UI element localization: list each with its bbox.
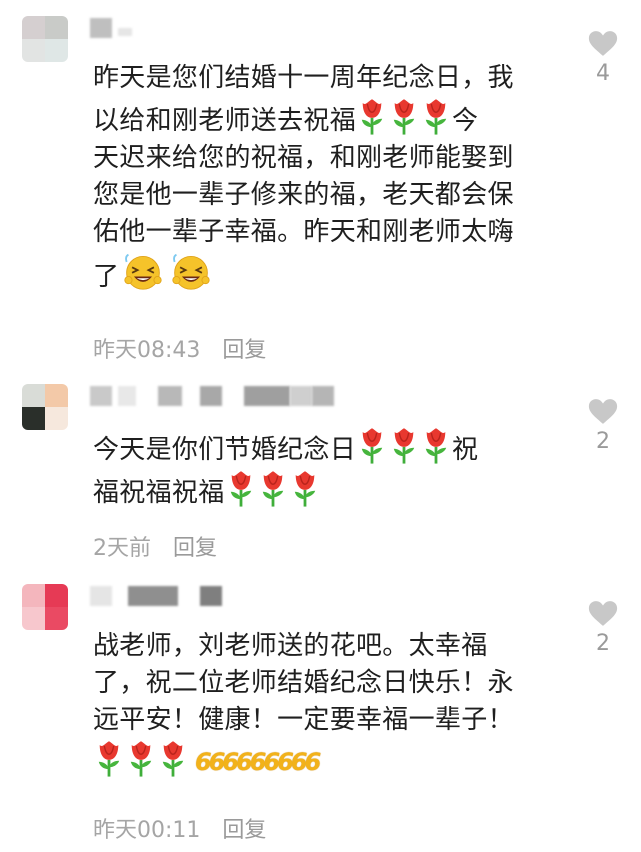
reply-button[interactable]: 回复 (173, 536, 217, 561)
rose-emoji (96, 739, 122, 777)
like-button[interactable]: 4 (586, 30, 620, 86)
comment-text: 昨天是您们结婚十一周年纪念日，我 以给和刚老师送去祝福今 天迟来给您的祝福，和刚… (93, 63, 514, 292)
timestamp: 昨天08:43 (93, 338, 201, 363)
reply-button[interactable]: 回复 (222, 338, 266, 363)
comment-meta: 昨天08:43 回复 (93, 332, 266, 364)
avatar[interactable] (22, 16, 68, 62)
laughing-face-emoji (122, 251, 164, 291)
like-button[interactable]: 2 (586, 600, 620, 656)
rose-emoji (423, 426, 449, 464)
comment-text: 今天是你们节婚纪念日祝 福祝福祝福 (93, 426, 563, 512)
666-emoji: 666666666 (195, 748, 321, 776)
rose-emoji (228, 469, 254, 507)
like-count: 4 (596, 61, 610, 86)
comment-meta: 昨天00:11 回复 (93, 812, 266, 844)
laughing-face-emoji (170, 251, 212, 291)
timestamp: 昨天00:11 (93, 818, 201, 843)
avatar[interactable] (22, 384, 68, 430)
rose-emoji (292, 469, 318, 507)
rose-emoji (423, 97, 449, 135)
rose-emoji (359, 426, 385, 464)
like-count: 2 (596, 631, 610, 656)
comment-text: 战老师，刘老师送的花吧。太幸福 了，祝二位老师结婚纪念日快乐！永 远平安！健康！… (93, 628, 563, 782)
rose-emoji (160, 739, 186, 777)
heart-icon (588, 398, 618, 425)
avatar[interactable] (22, 584, 68, 630)
rose-emoji (260, 469, 286, 507)
rose-emoji (359, 97, 385, 135)
reply-button[interactable]: 回复 (222, 818, 266, 843)
rose-emoji (128, 739, 154, 777)
rose-emoji (391, 426, 417, 464)
like-button[interactable]: 2 (586, 398, 620, 454)
like-count: 2 (596, 429, 610, 454)
heart-icon (588, 30, 618, 57)
heart-icon (588, 600, 618, 627)
rose-emoji (391, 97, 417, 135)
timestamp: 2天前 (93, 536, 151, 561)
comment-meta: 2天前 回复 (93, 530, 217, 562)
